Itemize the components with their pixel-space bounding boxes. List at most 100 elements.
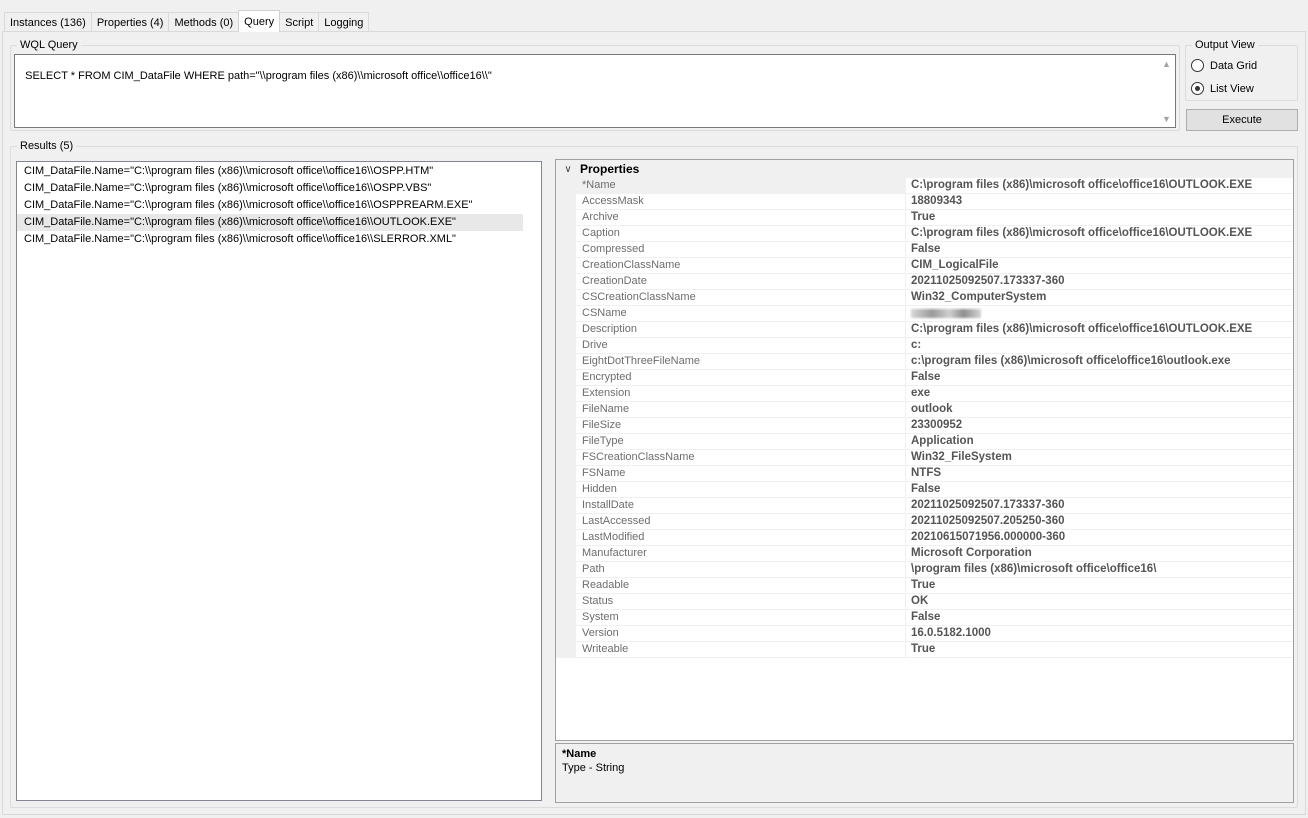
tab-instances[interactable]: Instances (136) (4, 12, 92, 32)
property-value[interactable]: C:\program files (x86)\microsoft office\… (906, 226, 1252, 241)
property-row-gutter (556, 418, 576, 433)
radio-unchecked-icon[interactable] (1191, 59, 1204, 72)
property-row-gutter (556, 498, 576, 513)
result-item[interactable]: CIM_DataFile.Name="C:\\program files (x8… (17, 197, 523, 214)
property-row[interactable]: Hidden False (556, 482, 1293, 498)
property-row[interactable]: Description C:\program files (x86)\micros… (556, 322, 1293, 338)
property-row[interactable]: LastModified 20210615071956.000000-360 (556, 530, 1293, 546)
property-row[interactable]: Status OK (556, 594, 1293, 610)
property-value[interactable]: Win32_FileSystem (906, 450, 1012, 465)
scroll-down-icon[interactable]: ▼ (1158, 110, 1175, 127)
tab-query[interactable]: Query (238, 10, 281, 32)
execute-button[interactable]: Execute (1186, 109, 1298, 131)
property-row[interactable]: CreationDate 20211025092507.173337-360 (556, 274, 1293, 290)
property-row[interactable]: FSCreationClassName Win32_FileSystem (556, 450, 1293, 466)
wql-query-scrollbar[interactable]: ▲ ▼ (1158, 55, 1175, 127)
property-value[interactable]: outlook (906, 402, 953, 417)
tab-script[interactable]: Script (279, 12, 320, 32)
property-row[interactable]: Compressed False (556, 242, 1293, 258)
chevron-down-icon[interactable]: ∨ (556, 164, 580, 175)
property-value[interactable]: 20211025092507.173337-360 (906, 274, 1065, 289)
property-value[interactable]: OK (906, 594, 928, 609)
property-value[interactable]: C:\program files (x86)\microsoft office\… (906, 178, 1252, 193)
property-name: LastAccessed (576, 514, 906, 529)
property-value[interactable]: 16.0.5182.1000 (906, 626, 991, 641)
property-value[interactable]: False (906, 482, 940, 497)
property-value[interactable]: 18809343 (906, 194, 962, 209)
result-item-selected[interactable]: CIM_DataFile.Name="C:\\program files (x8… (17, 214, 523, 231)
property-value[interactable]: True (906, 210, 935, 225)
property-row[interactable]: Drive c: (556, 338, 1293, 354)
property-name: Manufacturer (576, 546, 906, 561)
property-value[interactable] (906, 306, 981, 321)
property-row[interactable]: CSCreationClassName Win32_ComputerSystem (556, 290, 1293, 306)
result-item[interactable]: CIM_DataFile.Name="C:\\program files (x8… (17, 180, 523, 197)
property-row[interactable]: Archive True (556, 210, 1293, 226)
property-name: Extension (576, 386, 906, 401)
property-name: Caption (576, 226, 906, 241)
property-value[interactable]: Microsoft Corporation (906, 546, 1032, 561)
property-name: FileName (576, 402, 906, 417)
property-row-gutter (556, 562, 576, 577)
property-row[interactable]: FileType Application (556, 434, 1293, 450)
property-row-gutter (556, 386, 576, 401)
tab-properties[interactable]: Properties (4) (90, 12, 170, 32)
property-name: Path (576, 562, 906, 577)
property-value[interactable]: \program files (x86)\microsoft office\of… (906, 562, 1156, 577)
property-row[interactable]: CSName (556, 306, 1293, 322)
property-row-gutter (556, 194, 576, 209)
property-value[interactable]: C:\program files (x86)\microsoft office\… (906, 322, 1252, 337)
result-item[interactable]: CIM_DataFile.Name="C:\\program files (x8… (17, 163, 523, 180)
property-row[interactable]: Encrypted False (556, 370, 1293, 386)
property-row[interactable]: EightDotThreeFileName c:\program files (x… (556, 354, 1293, 370)
property-name: EightDotThreeFileName (576, 354, 906, 369)
radio-data-grid[interactable]: Data Grid (1191, 59, 1257, 72)
property-row[interactable]: FileSize 23300952 (556, 418, 1293, 434)
radio-checked-icon[interactable] (1191, 82, 1204, 95)
results-list[interactable]: CIM_DataFile.Name="C:\\program files (x8… (16, 161, 542, 801)
property-value[interactable]: NTFS (906, 466, 941, 481)
property-row[interactable]: Caption C:\program files (x86)\microsoft … (556, 226, 1293, 242)
property-value[interactable]: Application (906, 434, 974, 449)
property-row[interactable]: FileName outlook (556, 402, 1293, 418)
tab-strip: Instances (136) Properties (4) Methods (… (4, 10, 370, 32)
property-value[interactable]: 20211025092507.205250-360 (906, 514, 1065, 529)
tab-logging[interactable]: Logging (318, 12, 370, 32)
property-value[interactable]: Win32_ComputerSystem (906, 290, 1046, 305)
property-row[interactable]: LastAccessed 20211025092507.205250-360 (556, 514, 1293, 530)
scroll-up-icon[interactable]: ▲ (1158, 55, 1175, 72)
property-value[interactable]: 23300952 (906, 418, 962, 433)
property-row[interactable]: Path \program files (x86)\microsoft offic… (556, 562, 1293, 578)
property-value[interactable]: exe (906, 386, 930, 401)
property-value[interactable]: CIM_LogicalFile (906, 258, 999, 273)
property-row[interactable]: InstallDate 20211025092507.173337-360 (556, 498, 1293, 514)
property-row[interactable]: Writeable True (556, 642, 1293, 658)
property-value[interactable]: c: (906, 338, 921, 353)
property-name: CSCreationClassName (576, 290, 906, 305)
property-value[interactable]: 20210615071956.000000-360 (906, 530, 1065, 545)
property-value[interactable]: False (906, 610, 940, 625)
property-value[interactable]: False (906, 242, 940, 257)
panel-splitter[interactable] (546, 156, 550, 804)
property-row[interactable]: Version 16.0.5182.1000 (556, 626, 1293, 642)
property-help-pane: *Name Type - String (555, 743, 1294, 803)
property-row[interactable]: *Name C:\program files (x86)\microsoft of… (556, 178, 1293, 194)
tab-methods[interactable]: Methods (0) (168, 12, 240, 32)
property-row[interactable]: Extension exe (556, 386, 1293, 402)
property-value[interactable]: False (906, 370, 940, 385)
property-value[interactable]: True (906, 642, 935, 657)
property-row[interactable]: FSName NTFS (556, 466, 1293, 482)
property-row[interactable]: System False (556, 610, 1293, 626)
wql-query-input[interactable]: SELECT * FROM CIM_DataFile WHERE path="\… (14, 54, 1176, 128)
property-row[interactable]: Readable True (556, 578, 1293, 594)
radio-list-view[interactable]: List View (1191, 82, 1254, 95)
property-row[interactable]: Manufacturer Microsoft Corporation (556, 546, 1293, 562)
property-grid[interactable]: ∨ Properties *Name C:\program files (x86)… (555, 159, 1294, 741)
result-item[interactable]: CIM_DataFile.Name="C:\\program files (x8… (17, 231, 523, 248)
property-value[interactable]: c:\program files (x86)\microsoft office\… (906, 354, 1231, 369)
property-row[interactable]: AccessMask 18809343 (556, 194, 1293, 210)
property-value[interactable]: 20211025092507.173337-360 (906, 498, 1065, 513)
category-row[interactable]: ∨ Properties (556, 160, 1293, 178)
property-value[interactable]: True (906, 578, 935, 593)
property-row[interactable]: CreationClassName CIM_LogicalFile (556, 258, 1293, 274)
